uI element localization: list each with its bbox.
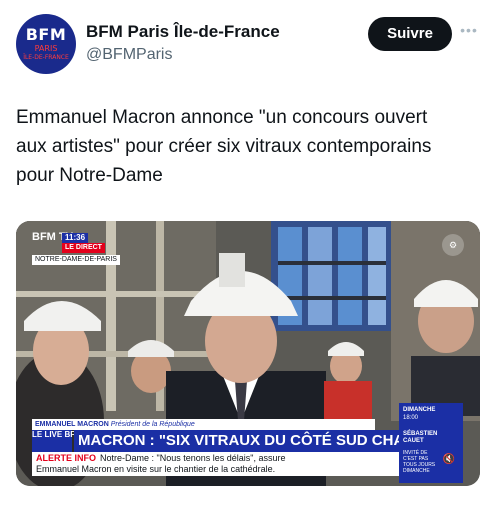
speaker-role: Président de la République	[110, 421, 195, 428]
program-guest-first: SÉBASTIEN	[403, 431, 438, 437]
alert-label: ALERTE INFO	[36, 453, 96, 463]
speaker-caption: EMMANUEL MACRON Président de la Républiq…	[32, 419, 375, 430]
tweet-text: Emmanuel Macron annonce "un concours ouv…	[16, 107, 432, 186]
account-handle[interactable]: @BFMParis	[86, 46, 172, 64]
tweet-header: BFM PARIS ÎLE-DE-FRANCE BFM Paris Île-de…	[16, 14, 480, 74]
location-label: NOTRE-DAME-DE-PARIS	[32, 255, 120, 265]
program-guest-last: CAUET	[403, 438, 424, 444]
program-invite: INVITÉ DE C'EST PAS TOUS JOURS DIMANCHE	[403, 450, 436, 474]
headline-banner: MACRON : "SIX VITRAUX DU CÔTÉ SUD CHANGÉ…	[74, 430, 454, 452]
alert-text-line2: Emmanuel Macron en visite sur le chantie…	[36, 464, 276, 474]
avatar-logo-bfm: BFM	[25, 25, 67, 44]
account-avatar[interactable]: BFM PARIS ÎLE-DE-FRANCE	[16, 14, 76, 74]
account-display-name[interactable]: BFM Paris Île-de-France	[86, 22, 280, 42]
speaker-name: EMMANUEL MACRON	[35, 421, 109, 428]
more-dots-icon[interactable]: •••	[457, 22, 481, 42]
program-day: DIMANCHE	[403, 407, 436, 413]
broadcast-time: 11:36	[62, 233, 89, 243]
follow-button[interactable]: Suivre	[368, 17, 452, 51]
program-time: 18:00	[403, 415, 419, 421]
mute-icon[interactable]: 🔇	[441, 452, 457, 468]
live-tag: LE LIVE BFM	[32, 430, 82, 452]
avatar-logo-paris: PARIS	[34, 44, 58, 53]
live-badge: LE DIRECT	[62, 243, 105, 253]
alert-text-line1: Notre-Dame : "Nous tenons les délais", a…	[100, 453, 286, 463]
settings-icon: ⚙	[442, 234, 464, 256]
avatar-logo-region: ÎLE-DE-FRANCE	[23, 54, 69, 61]
tweet-video[interactable]: BFM TV. 11:36 LE DIRECT NOTRE-DAME-DE-PA…	[16, 221, 480, 486]
